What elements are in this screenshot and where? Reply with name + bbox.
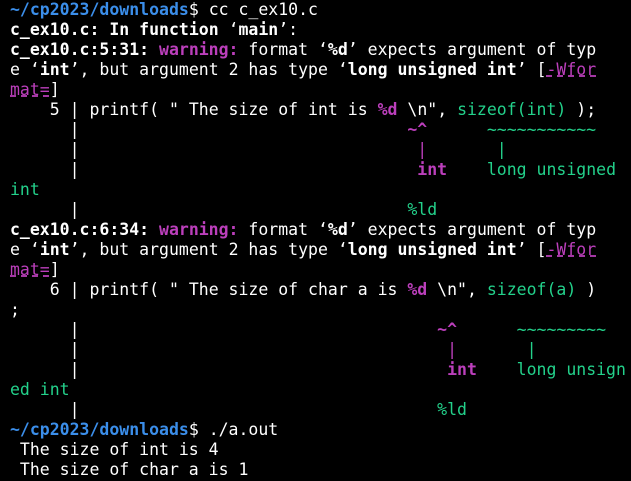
- type-annotation-wrap: ed int: [10, 380, 70, 399]
- warning-flag-link[interactable]: mat=: [10, 80, 50, 99]
- actual-type-annotation: long unsigned: [486, 160, 616, 179]
- actual-type-annotation: long unsign: [516, 360, 626, 379]
- bar-line: | | |: [10, 140, 507, 159]
- prompt-symbol: $: [188, 0, 209, 19]
- source-line-wrap: ;: [10, 300, 20, 319]
- warning-label: warning:: [159, 220, 239, 239]
- tilde-marker: ~~~~~~~~~: [516, 320, 607, 339]
- type-annotation-wrap: int: [10, 180, 40, 199]
- terminal-window[interactable]: ~/cp2023/downloads$ cc c_ex10.c c_ex10.c…: [0, 0, 631, 481]
- format-spec-highlight: %d: [407, 280, 428, 299]
- command-text: cc c_ex10.c: [208, 0, 318, 19]
- argument-highlight: sizeof(int): [457, 100, 567, 119]
- caret-marker: ~^: [407, 120, 428, 139]
- expected-type: int: [39, 240, 70, 259]
- expected-type: int: [39, 60, 70, 79]
- caret-marker: ~^: [437, 320, 458, 339]
- function-name: main: [238, 20, 279, 39]
- source-line: 5 | printf( " The size of int is %d \n",…: [10, 100, 597, 119]
- argument-highlight: sizeof(a): [486, 280, 577, 299]
- tilde-marker: ~~~~~~~~~~~: [486, 120, 597, 139]
- type-annotation-line: | int long unsigned: [10, 160, 616, 179]
- format-spec: %d: [327, 40, 348, 59]
- format-spec-highlight: %d: [377, 100, 398, 119]
- program-output-line: The size of char a is 1: [10, 460, 249, 479]
- warning-line-wrap: e ‘int’, but argument 2 has type ‘long u…: [10, 60, 597, 79]
- warning-flag-link[interactable]: -Wfor: [546, 240, 596, 259]
- warning-line-wrap: mat=]: [10, 80, 60, 99]
- fixit-suggestion: %ld: [437, 400, 467, 419]
- warning-line: c_ex10.c:6:34: warning: format ‘%d’ expe…: [10, 220, 597, 239]
- type-annotation-line: | int long unsign: [10, 360, 626, 379]
- program-output-line: The size of int is 4: [10, 440, 219, 459]
- line-number: 6 |: [10, 280, 90, 299]
- warning-line: c_ex10.c:5:31: warning: format ‘%d’ expe…: [10, 40, 597, 59]
- fixit-line: | %ld: [10, 400, 467, 419]
- warning-location: c_ex10.c:5:31:: [10, 40, 150, 59]
- warning-flag-link[interactable]: -Wfor: [546, 60, 596, 79]
- compiler-header: c_ex10.c: In function ‘main’:: [10, 20, 299, 39]
- file-name: c_ex10.c: [10, 20, 90, 39]
- actual-type: long unsigned int: [347, 60, 517, 79]
- command-line: ~/cp2023/downloads$ ./a.out: [10, 420, 631, 440]
- expected-type-annotation: int: [417, 160, 448, 179]
- warning-line-wrap: mat=]: [10, 260, 60, 279]
- caret-line: | ~^ ~~~~~~~~~: [10, 320, 607, 339]
- warning-label: warning:: [159, 40, 239, 59]
- warning-flag-link[interactable]: mat=: [10, 260, 50, 279]
- prompt-path: ~/cp2023/downloads: [10, 420, 189, 439]
- prompt-path: ~/cp2023/downloads: [10, 0, 189, 19]
- caret-line: | ~^ ~~~~~~~~~~~: [10, 120, 597, 139]
- expected-type-annotation: int: [447, 360, 477, 379]
- fixit-line: | %ld: [10, 200, 438, 219]
- line-number: 5 |: [10, 100, 90, 119]
- fixit-suggestion: %ld: [407, 200, 438, 219]
- warning-line-wrap: e ‘int’, but argument 2 has type ‘long u…: [10, 240, 597, 259]
- command-text: ./a.out: [208, 420, 279, 439]
- bar-line: | | |: [10, 340, 537, 359]
- prompt-symbol: $: [188, 420, 209, 439]
- command-line: ~/cp2023/downloads$ cc c_ex10.c: [10, 0, 631, 20]
- warning-location: c_ex10.c:6:34:: [10, 220, 150, 239]
- source-line: 6 | printf( " The size of char a is %d \…: [10, 280, 597, 299]
- actual-type: long unsigned int: [347, 240, 517, 259]
- format-spec: %d: [327, 220, 348, 239]
